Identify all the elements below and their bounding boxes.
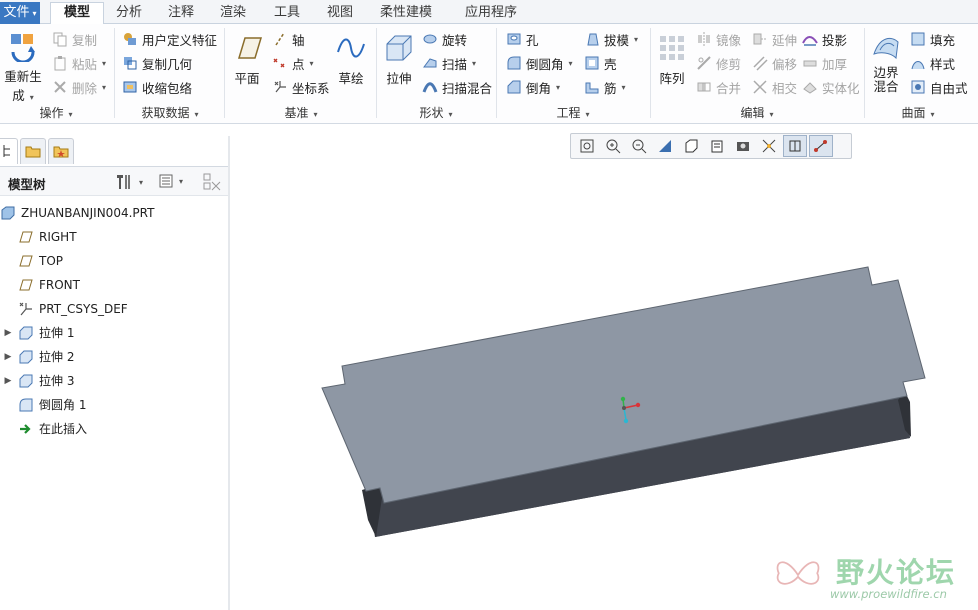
part-model[interactable] <box>0 0 978 610</box>
perspective-icon[interactable] <box>757 135 781 157</box>
watermark-title: 野火论坛 <box>836 556 957 589</box>
saved-orientations-icon[interactable] <box>705 135 729 157</box>
display-style-glyph <box>685 139 698 153</box>
spin-center-icon[interactable] <box>809 135 833 157</box>
saved-orientations-glyph <box>711 140 723 153</box>
csys-z-tip <box>623 418 629 424</box>
datum-display-glyph <box>789 140 801 152</box>
csys-x-tip <box>635 402 641 408</box>
refit-glyph <box>580 139 594 153</box>
display-style-icon[interactable] <box>679 135 703 157</box>
perspective-glyph <box>762 139 776 153</box>
repaint-glyph <box>659 140 671 152</box>
watermark-url: www.proewildfire.cn <box>830 587 947 601</box>
butterfly-logo-icon <box>776 561 820 585</box>
view-manager-glyph <box>737 142 749 151</box>
datum-display-icon[interactable] <box>783 135 807 157</box>
zoom-out-icon[interactable] <box>627 135 651 157</box>
view-manager-icon[interactable] <box>731 135 755 157</box>
spin-center-glyph <box>814 140 827 152</box>
refit-icon[interactable] <box>575 135 599 157</box>
zoom-in-glyph <box>606 139 621 154</box>
watermark: 野火论坛 www.proewildfire.cn <box>766 545 978 610</box>
graphics-toolbar <box>570 133 852 159</box>
zoom-in-icon[interactable] <box>601 135 625 157</box>
csys-y-tip <box>620 396 626 402</box>
zoom-out-glyph <box>632 139 647 154</box>
csys-origin <box>622 406 626 410</box>
repaint-icon[interactable] <box>653 135 677 157</box>
